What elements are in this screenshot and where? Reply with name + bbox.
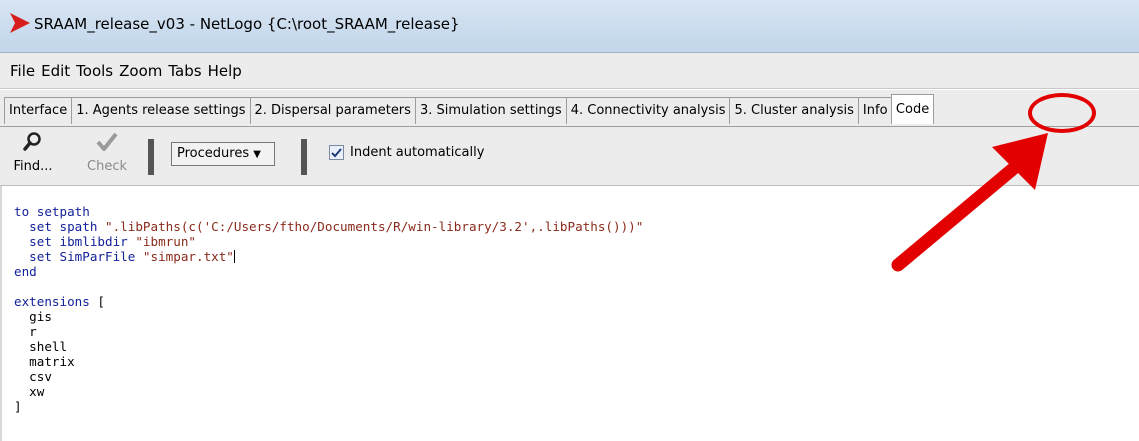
annotation-circle	[1028, 93, 1096, 133]
annotation-arrow-icon	[891, 133, 1048, 272]
